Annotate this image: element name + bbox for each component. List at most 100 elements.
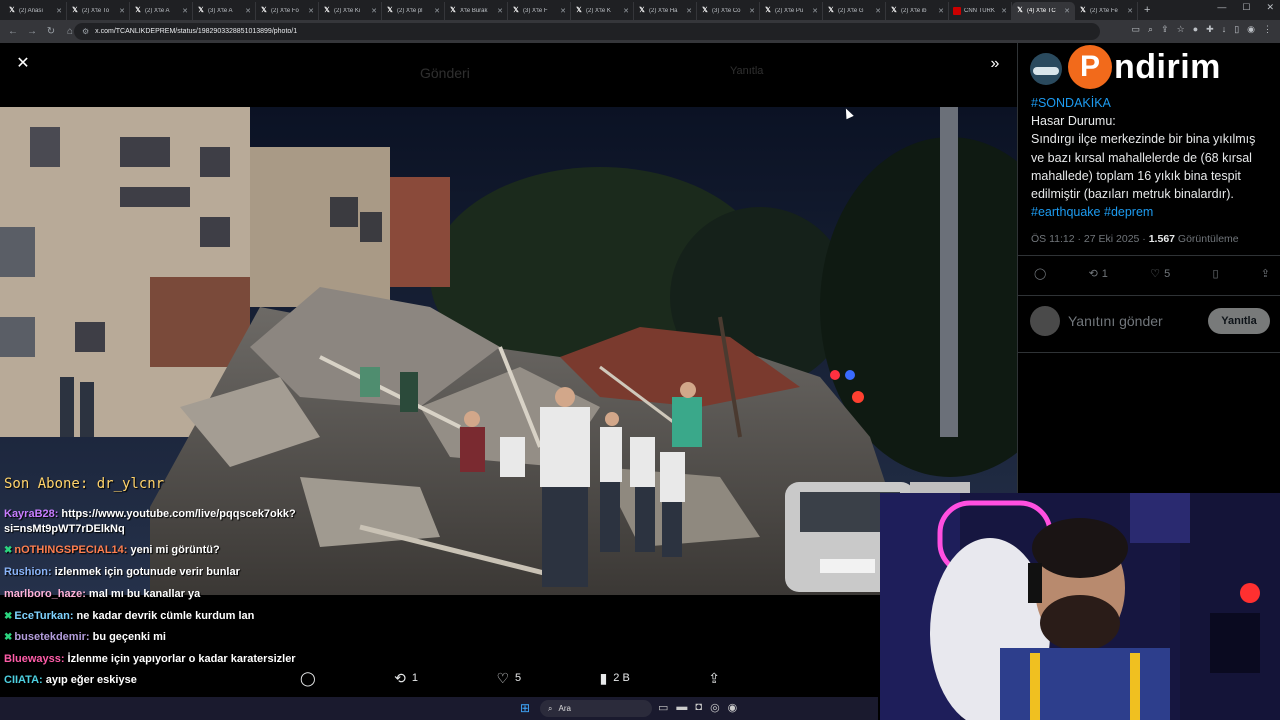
site-info-icon[interactable]: ⚙	[82, 27, 89, 36]
chat-username: marlboro_haze:	[4, 588, 86, 600]
reply-button[interactable]: ◯	[1034, 267, 1046, 280]
extensions-puzzle-icon[interactable]: ✚	[1206, 24, 1214, 35]
chrome-icon[interactable]: ◎	[710, 701, 720, 714]
taskbar-search[interactable]: ⌕ Ara	[540, 700, 652, 717]
browser-tab[interactable]: CNN TÜRK ✕	[949, 2, 1012, 20]
tab-close-icon[interactable]: ✕	[875, 7, 881, 15]
post-timestamp[interactable]: ÖS 11:12 · 27 Eki 2025 ·	[1031, 233, 1146, 245]
maximize-icon[interactable]: ☐	[1242, 2, 1250, 13]
hashtag-link[interactable]: #SONDAKİKA	[1031, 94, 1271, 112]
tab-close-icon[interactable]: ✕	[686, 7, 692, 15]
zoom-icon[interactable]: ⌕	[1148, 24, 1153, 35]
address-bar[interactable]: ⚙ x.com/TCANLIKDEPREM/status/19829033288…	[74, 23, 1100, 40]
views-chart-icon: ▮	[599, 669, 608, 686]
install-icon[interactable]: ▭	[1132, 24, 1141, 35]
extension-icon[interactable]: ●	[1193, 24, 1198, 35]
browser-tab[interactable]: 𝕏 (2) X'te Ha ✕	[634, 2, 697, 20]
browser-tab[interactable]: 𝕏 (3) X'te Co ✕	[697, 2, 760, 20]
close-window-icon[interactable]: ✕	[1266, 2, 1274, 13]
browser-tab[interactable]: 𝕏 (2) X'te ib ✕	[886, 2, 949, 20]
repost-button[interactable]: ⟲ 1	[1089, 267, 1108, 281]
like-button[interactable]: ♡ 5	[1150, 267, 1171, 281]
store-icon[interactable]: ◘	[695, 701, 702, 714]
browser-tab[interactable]: 𝕏 (2) X'te Ki ✕	[319, 2, 382, 20]
x-favicon-icon: 𝕏	[324, 7, 330, 14]
like-count: 5	[1164, 267, 1171, 280]
tab-close-icon[interactable]: ✕	[308, 7, 314, 15]
repost-count: 1	[411, 672, 418, 684]
chat-username: busetekdemir:	[14, 631, 90, 643]
browser-tab[interactable]: 𝕏 (2) X'te A ✕	[130, 2, 193, 20]
tab-close-icon[interactable]: ✕	[1001, 7, 1007, 15]
browser-tab[interactable]: 𝕏 (4) X'te TC ✕	[1012, 2, 1075, 20]
tab-close-icon[interactable]: ✕	[497, 7, 503, 15]
pindirim-watermark: P ndirim	[1068, 43, 1278, 91]
bookmark-star-icon[interactable]: ☆	[1177, 24, 1185, 35]
tab-close-icon[interactable]: ✕	[182, 7, 188, 15]
chat-username: EceTurkan:	[14, 610, 74, 622]
browser-tab[interactable]: 𝕏 (2) X'te Fo ✕	[256, 2, 319, 20]
chat-message: si=nsMt9pWT7rDElkNq	[4, 523, 125, 535]
x-favicon-icon: 𝕏	[1017, 7, 1023, 14]
browser-tab[interactable]: 𝕏 (3) X'te A ✕	[193, 2, 256, 20]
tab-close-icon[interactable]: ✕	[1064, 7, 1070, 15]
browser-tab[interactable]: 𝕏 (3) X'te F ✕	[508, 2, 571, 20]
tab-label: (2) X'te ib	[901, 8, 927, 14]
tab-close-icon[interactable]: ✕	[749, 7, 755, 15]
share-action[interactable]: ⇪	[708, 670, 720, 687]
reload-icon[interactable]: ↻	[44, 26, 58, 37]
browser-tab[interactable]: 𝕏 (2) X'te G ✕	[823, 2, 886, 20]
tab-label: (3) X'te A	[208, 8, 233, 14]
tab-close-icon[interactable]: ✕	[812, 7, 818, 15]
close-viewer-button[interactable]: ✕	[14, 55, 32, 73]
tab-close-icon[interactable]: ✕	[938, 7, 944, 15]
browser-tab[interactable]: 𝕏 (2) Anası ✕	[4, 2, 67, 20]
share-icon[interactable]: ⇪	[1161, 24, 1169, 35]
faded-background-ui: Gönderi Yanıtla	[170, 53, 830, 113]
tab-close-icon[interactable]: ✕	[119, 7, 125, 15]
window-controls: — ☐ ✕	[1217, 2, 1274, 13]
tab-close-icon[interactable]: ✕	[56, 7, 62, 15]
account-avatar[interactable]	[1030, 53, 1062, 85]
browser-tab[interactable]: 𝕏 (2) X'te K ✕	[571, 2, 634, 20]
task-view-icon[interactable]: ▭	[658, 701, 668, 714]
downloads-icon[interactable]: ↓	[1222, 24, 1227, 35]
browser-tab[interactable]: 𝕏 (2) X'te Fe ✕	[1075, 2, 1138, 20]
browser-tab[interactable]: 𝕏 X'te Burak ✕	[445, 2, 508, 20]
reply-submit-button[interactable]: Yanıtla	[1208, 308, 1270, 334]
back-icon[interactable]: ←	[6, 26, 20, 37]
expand-panel-button[interactable]: »	[985, 55, 1005, 75]
bookmark-button[interactable]: ▯	[1212, 267, 1218, 280]
post-line: Hasar Durumu:	[1031, 114, 1116, 129]
tab-close-icon[interactable]: ✕	[245, 7, 251, 15]
avatar	[1030, 306, 1060, 336]
chat-username: Bluewayss:	[4, 653, 65, 665]
reply-input[interactable]: Yanıtını gönder	[1068, 313, 1208, 329]
minimize-icon[interactable]: —	[1217, 2, 1226, 13]
browser-tab[interactable]: 𝕏 (2) X'te Pu ✕	[760, 2, 823, 20]
menu-icon[interactable]: ⋮	[1263, 24, 1272, 35]
tab-close-icon[interactable]: ✕	[1127, 7, 1133, 15]
x-favicon-icon: 𝕏	[828, 7, 834, 14]
share-button[interactable]: ⇪	[1261, 267, 1270, 280]
views-action[interactable]: ▮ 2 B	[600, 670, 630, 687]
folder-icon[interactable]: ▬	[676, 701, 687, 714]
tab-close-icon[interactable]: ✕	[560, 7, 566, 15]
forward-icon[interactable]: →	[25, 26, 39, 37]
x-favicon-icon: 𝕏	[891, 7, 897, 14]
new-tab-button[interactable]: +	[1138, 4, 1156, 16]
hashtag-link[interactable]: #deprem	[1104, 205, 1153, 219]
discord-icon[interactable]: ◉	[728, 701, 738, 714]
windows-start-icon[interactable]: ⊞	[520, 701, 530, 715]
stream-chat-overlay: Son Abone: dr_ylcnr KayraB28: https://www…	[0, 474, 330, 720]
browser-tab[interactable]: 𝕏 (2) X'te To ✕	[67, 2, 130, 20]
repost-action[interactable]: ⟲ 1	[394, 670, 418, 687]
browser-tab[interactable]: 𝕏 (2) X'te pl ✕	[382, 2, 445, 20]
hashtag-link[interactable]: #earthquake	[1031, 205, 1101, 219]
sidepanel-icon[interactable]: ▯	[1234, 24, 1239, 35]
like-action[interactable]: ♡ 5	[496, 670, 521, 687]
profile-icon[interactable]: ◉	[1247, 24, 1255, 35]
tab-close-icon[interactable]: ✕	[434, 7, 440, 15]
tab-close-icon[interactable]: ✕	[371, 7, 377, 15]
tab-close-icon[interactable]: ✕	[623, 7, 629, 15]
